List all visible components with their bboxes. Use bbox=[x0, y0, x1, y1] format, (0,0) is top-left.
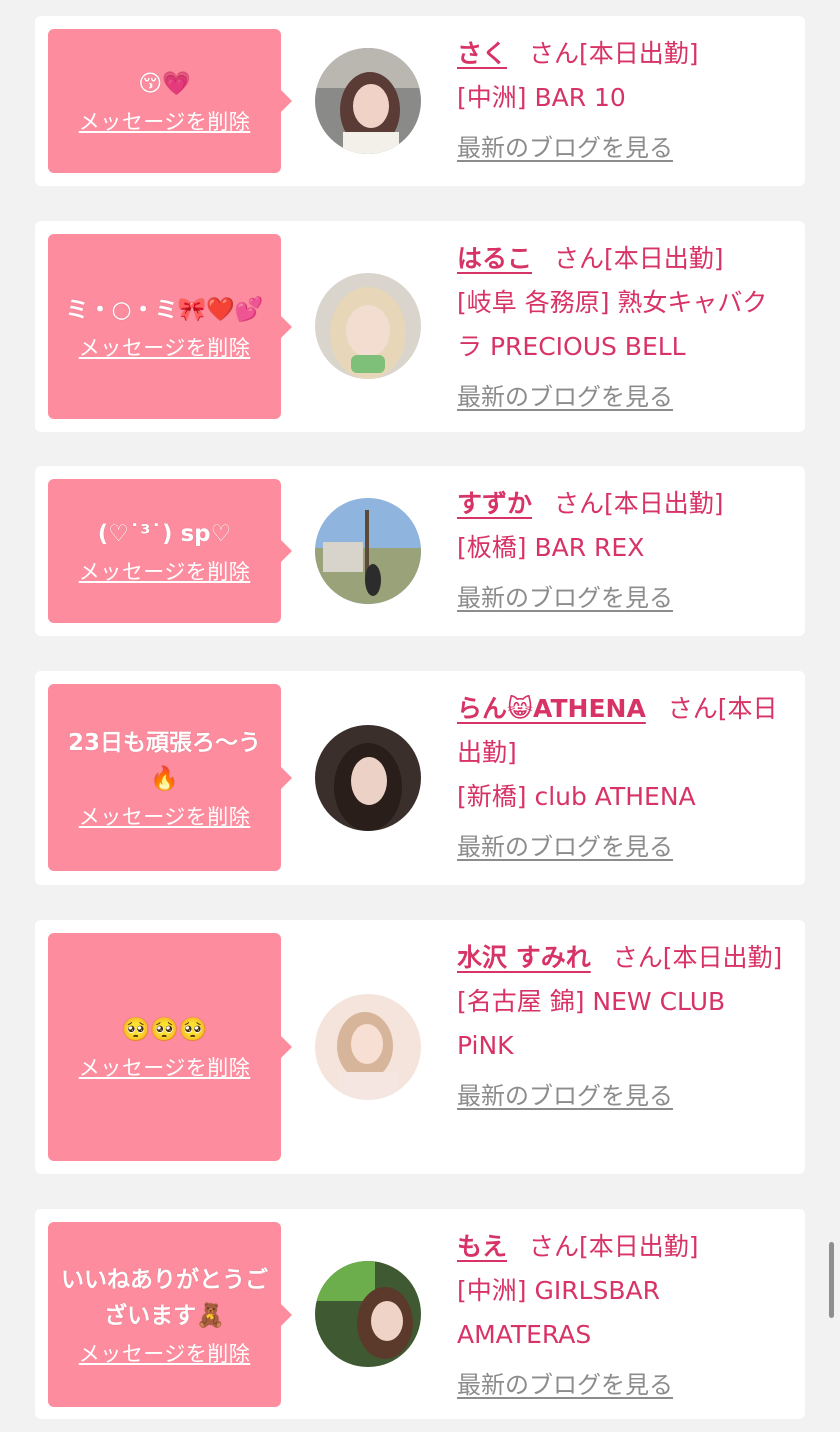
avatar-photo-icon bbox=[315, 1261, 421, 1367]
shop-name: [中洲] GIRLSBAR AMATERAS bbox=[457, 1276, 660, 1349]
latest-blog-link[interactable]: 最新のブログを見る bbox=[457, 831, 673, 863]
delete-message-link[interactable]: メッセージを削除 bbox=[79, 801, 251, 831]
girl-info: 水沢 すみれ さん[本日出勤] [名古屋 錦] NEW CLUB PiNK 最新の… bbox=[457, 936, 787, 1112]
latest-blog-link[interactable]: 最新のブログを見る bbox=[457, 381, 673, 413]
delete-message-link[interactable]: メッセージを削除 bbox=[79, 1338, 251, 1368]
scrollbar[interactable] bbox=[829, 1242, 834, 1318]
avatar[interactable] bbox=[315, 498, 421, 604]
attendance-status: さん[本日出勤] bbox=[529, 39, 699, 68]
girl-name-link[interactable]: らん😸ATHENA bbox=[457, 694, 646, 723]
avatar[interactable] bbox=[315, 725, 421, 831]
shop-name: [板橋] BAR REX bbox=[457, 533, 645, 562]
message-text: いいねありがとうございます🧸 bbox=[61, 1266, 268, 1329]
shop-name: [名古屋 錦] NEW CLUB PiNK bbox=[457, 987, 726, 1060]
message-bubble: (♡˙³˙) sp♡ メッセージを削除 bbox=[48, 479, 292, 623]
message-text: (♡˙³˙) sp♡ bbox=[97, 521, 232, 547]
avatar[interactable] bbox=[315, 48, 421, 154]
shop-name: [岐阜 各務原] 熟女キャバクラ PRECIOUS BELL bbox=[457, 288, 768, 361]
shop-name: [新橋] club ATHENA bbox=[457, 782, 696, 811]
avatar-photo-icon bbox=[315, 273, 421, 379]
delete-message-link[interactable]: メッセージを削除 bbox=[79, 106, 251, 136]
girl-info: もえ さん[本日出勤] [中洲] GIRLSBAR AMATERAS 最新のブログ… bbox=[457, 1225, 787, 1401]
girl-name-link[interactable]: さく bbox=[457, 39, 507, 68]
avatar-photo-icon bbox=[315, 994, 421, 1100]
avatar[interactable] bbox=[315, 273, 421, 379]
girl-info: はるこ さん[本日出勤] [岐阜 各務原] 熟女キャバクラ PRECIOUS BE… bbox=[457, 237, 787, 413]
message-card: 😚💗 メッセージを削除 さく さん[本日出勤] [中洲] BAR 10 最新のブロ… bbox=[35, 16, 805, 186]
message-card: (♡˙³˙) sp♡ メッセージを削除 すずか さん[本日出勤] [板橋] BAR… bbox=[35, 466, 805, 636]
girl-info: すずか さん[本日出勤] [板橋] BAR REX 最新のブログを見る bbox=[457, 482, 787, 614]
message-card: ミ・○・ミ🎀❤️💕 メッセージを削除 はるこ さん[本日出勤] [岐阜 各務原] … bbox=[35, 221, 805, 432]
avatar[interactable] bbox=[315, 1261, 421, 1367]
avatar-photo-icon bbox=[315, 725, 421, 831]
latest-blog-link[interactable]: 最新のブログを見る bbox=[457, 582, 673, 614]
attendance-status: さん[本日出勤] bbox=[612, 943, 783, 972]
avatar-photo-icon bbox=[315, 498, 421, 604]
message-text: 🥺🥺🥺 bbox=[121, 1017, 208, 1043]
latest-blog-link[interactable]: 最新のブログを見る bbox=[457, 1080, 673, 1112]
message-bubble: 😚💗 メッセージを削除 bbox=[48, 29, 292, 173]
girl-name-link[interactable]: はるこ bbox=[457, 244, 532, 273]
message-bubble: 23日も頑張ろ〜う🔥 メッセージを削除 bbox=[48, 684, 292, 871]
avatar[interactable] bbox=[315, 994, 421, 1100]
shop-name: [中洲] BAR 10 bbox=[457, 83, 626, 112]
attendance-status: さん[本日出勤] bbox=[554, 489, 724, 518]
delete-message-link[interactable]: メッセージを削除 bbox=[79, 1052, 251, 1082]
latest-blog-link[interactable]: 最新のブログを見る bbox=[457, 1369, 673, 1401]
message-card: いいねありがとうございます🧸 メッセージを削除 もえ さん[本日出勤] [中洲] … bbox=[35, 1209, 805, 1419]
attendance-status: さん[本日出勤] bbox=[554, 244, 724, 273]
girl-name-link[interactable]: 水沢 すみれ bbox=[457, 943, 591, 972]
girl-name-link[interactable]: すずか bbox=[457, 489, 532, 518]
message-text: 😚💗 bbox=[138, 71, 191, 97]
message-text: 23日も頑張ろ〜う🔥 bbox=[67, 729, 261, 792]
latest-blog-link[interactable]: 最新のブログを見る bbox=[457, 132, 673, 164]
attendance-status: さん[本日出勤] bbox=[529, 1232, 699, 1261]
girl-name-link[interactable]: もえ bbox=[457, 1232, 507, 1261]
message-text: ミ・○・ミ🎀❤️💕 bbox=[65, 296, 264, 323]
message-card: 🥺🥺🥺 メッセージを削除 水沢 すみれ さん[本日出勤] [名古屋 錦] NEW … bbox=[35, 920, 805, 1174]
message-bubble: 🥺🥺🥺 メッセージを削除 bbox=[48, 933, 292, 1161]
message-card: 23日も頑張ろ〜う🔥 メッセージを削除 らん😸ATHENA さん[本日出勤] [新… bbox=[35, 671, 805, 885]
delete-message-link[interactable]: メッセージを削除 bbox=[79, 556, 251, 586]
girl-info: さく さん[本日出勤] [中洲] BAR 10 最新のブログを見る bbox=[457, 32, 787, 164]
delete-message-link[interactable]: メッセージを削除 bbox=[79, 332, 251, 362]
message-bubble: いいねありがとうございます🧸 メッセージを削除 bbox=[48, 1222, 292, 1407]
avatar-photo-icon bbox=[315, 48, 421, 154]
message-bubble: ミ・○・ミ🎀❤️💕 メッセージを削除 bbox=[48, 234, 292, 419]
girl-info: らん😸ATHENA さん[本日出勤] [新橋] club ATHENA 最新のブロ… bbox=[457, 687, 787, 863]
